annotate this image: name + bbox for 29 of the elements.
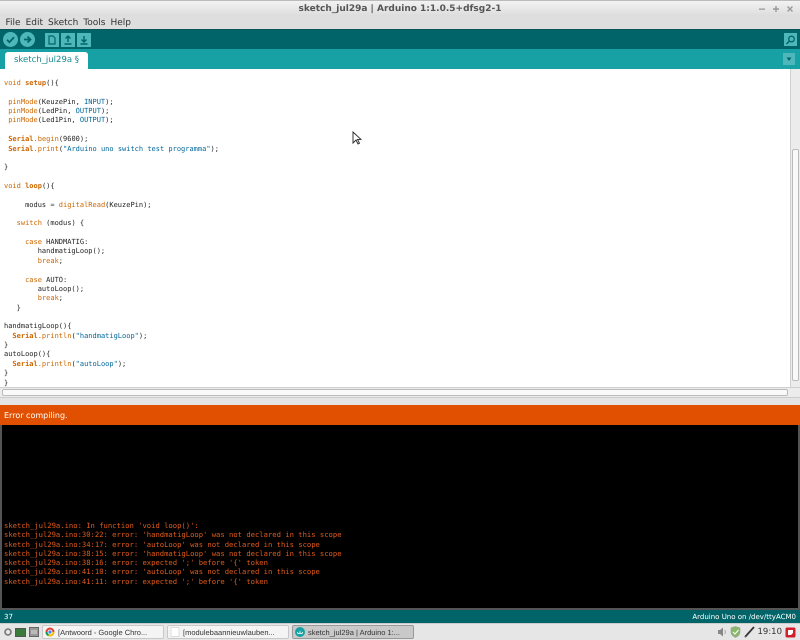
menu-item[interactable]: Edit bbox=[23, 18, 46, 28]
volume-icon[interactable] bbox=[716, 627, 726, 637]
menu-item[interactable]: Help bbox=[108, 18, 134, 28]
desktop-icon[interactable] bbox=[15, 628, 26, 636]
window-list-icon[interactable] bbox=[29, 627, 39, 637]
horizontal-scrollbar[interactable] bbox=[0, 387, 800, 397]
menu-item[interactable]: File bbox=[3, 18, 24, 28]
open-button[interactable] bbox=[61, 32, 75, 46]
mouse-pointer-icon bbox=[352, 131, 362, 145]
notes-icon[interactable] bbox=[785, 626, 796, 638]
menu-item[interactable]: Tools bbox=[80, 18, 108, 28]
gear-icon[interactable] bbox=[4, 628, 12, 636]
upload-button[interactable] bbox=[20, 32, 35, 47]
verify-button[interactable] bbox=[3, 32, 18, 47]
save-button[interactable] bbox=[77, 32, 91, 46]
new-file-button[interactable] bbox=[45, 32, 59, 46]
close-icon[interactable] bbox=[786, 5, 794, 13]
status-message: Error compiling. bbox=[4, 410, 68, 420]
tab-menu-button[interactable] bbox=[783, 53, 795, 65]
editor-tab[interactable]: sketch_jul29a § bbox=[5, 52, 88, 69]
menu-item[interactable]: Sketch bbox=[46, 18, 81, 28]
app-icon bbox=[295, 627, 305, 637]
serial-monitor-button[interactable] bbox=[784, 33, 797, 46]
browser-icon bbox=[45, 627, 55, 637]
window-title: sketch_jul29a | Arduino 1:1.0.5+dfsg2-1 bbox=[298, 4, 502, 14]
document-icon bbox=[170, 627, 180, 637]
clock[interactable]: 19:10 bbox=[758, 627, 782, 637]
vertical-scrollbar[interactable] bbox=[790, 69, 800, 387]
maximize-icon[interactable] bbox=[772, 5, 780, 13]
